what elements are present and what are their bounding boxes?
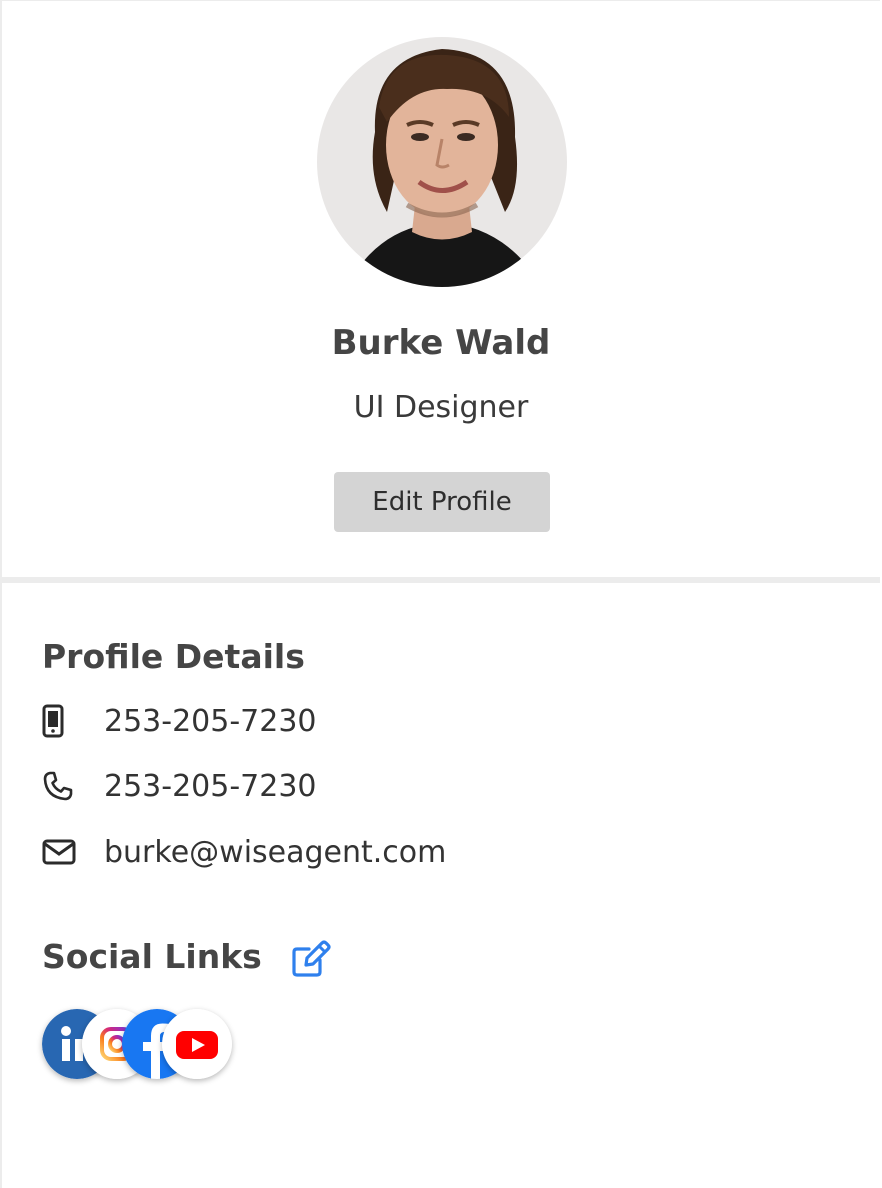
mobile-row: 253-205-7230 bbox=[42, 701, 317, 741]
phone-row: 253-205-7230 bbox=[42, 766, 317, 806]
mobile-phone-icon bbox=[42, 703, 76, 739]
edit-social-links-icon[interactable] bbox=[290, 938, 332, 980]
edit-profile-button[interactable]: Edit Profile bbox=[334, 472, 550, 532]
social-links-heading: Social Links bbox=[42, 937, 262, 976]
mobile-number: 253-205-7230 bbox=[104, 703, 317, 739]
avatar bbox=[317, 37, 567, 287]
profile-details-heading: Profile Details bbox=[42, 637, 305, 676]
profile-name: Burke Wald bbox=[331, 323, 551, 363]
profile-header: Burke Wald UI Designer Edit Profile bbox=[2, 1, 880, 583]
profile-card: Burke Wald UI Designer Edit Profile Prof… bbox=[0, 0, 880, 1188]
email-row: burke@wiseagent.com bbox=[42, 832, 446, 872]
envelope-icon bbox=[42, 834, 76, 870]
social-links bbox=[42, 1009, 242, 1079]
phone-number: 253-205-7230 bbox=[104, 768, 317, 804]
youtube-icon[interactable] bbox=[162, 1009, 232, 1079]
email-address[interactable]: burke@wiseagent.com bbox=[104, 835, 446, 870]
profile-title: UI Designer bbox=[353, 390, 529, 425]
phone-icon bbox=[42, 768, 76, 804]
